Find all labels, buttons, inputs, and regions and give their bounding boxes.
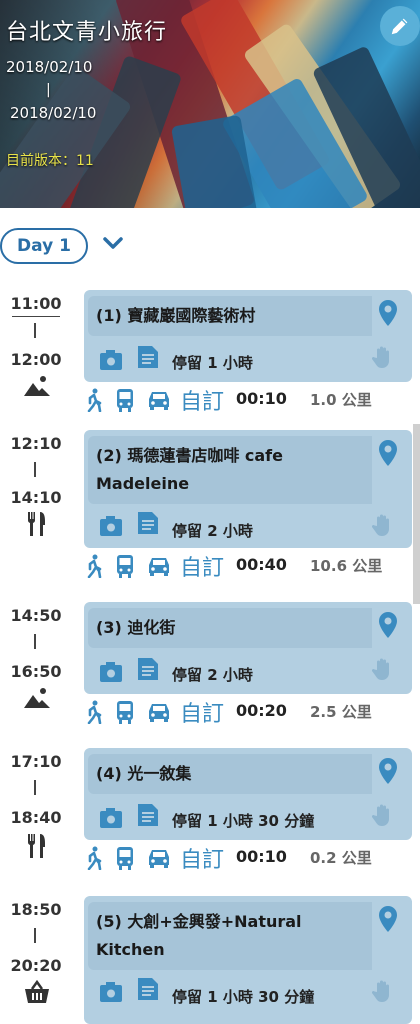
day-button[interactable]: Day 1 <box>0 228 88 264</box>
stop-end-time: 14:10 <box>10 488 62 507</box>
time-underline <box>12 316 60 317</box>
walking-icon[interactable] <box>84 388 104 412</box>
route-row: 自訂 00:10 1.0 公里 <box>84 384 414 416</box>
travel-distance: 2.5 公里 <box>310 703 372 721</box>
travel-time: 00:20 <box>236 701 287 720</box>
stop-end-time: 20:20 <box>10 956 62 975</box>
utensils-icon <box>27 512 45 536</box>
time-divider <box>34 462 36 477</box>
bus-icon[interactable] <box>116 554 134 578</box>
route-row: 自訂 00:40 10.6 公里 <box>84 550 414 582</box>
stay-duration: 停留 2 小時 <box>172 522 253 540</box>
mountain-icon <box>24 688 50 708</box>
trip-title: 台北文青小旅行 <box>6 20 168 45</box>
date-separator: | <box>46 82 51 98</box>
edit-button[interactable] <box>380 6 420 46</box>
camera-icon[interactable] <box>100 662 122 682</box>
travel-time: 00:10 <box>236 389 287 408</box>
map-pin-icon[interactable] <box>378 612 398 638</box>
walking-icon[interactable] <box>84 700 104 724</box>
walking-icon[interactable] <box>84 554 104 578</box>
transport-mode[interactable]: 自訂 <box>180 696 224 728</box>
transport-mode[interactable]: 自訂 <box>180 842 224 874</box>
route-row: 自訂 00:10 0.2 公里 <box>84 842 414 874</box>
camera-icon[interactable] <box>100 350 122 370</box>
car-icon[interactable] <box>148 556 170 576</box>
stop-name[interactable]: (5) 大創+金興發+Natural Kitchen <box>88 902 372 970</box>
time-divider <box>34 780 36 795</box>
stop-card[interactable]: (3) 迪化街 停留 2 小時 <box>84 602 412 694</box>
stop-card[interactable]: (5) 大創+金興發+Natural Kitchen 停留 1 小時 30 分鐘 <box>84 896 412 1024</box>
stop-end-time: 12:00 <box>10 350 62 369</box>
travel-distance: 1.0 公里 <box>310 391 372 409</box>
camera-icon[interactable] <box>100 808 122 828</box>
map-pin-icon[interactable] <box>378 906 398 932</box>
map-pin-icon[interactable] <box>378 440 398 466</box>
trip-header: 台北文青小旅行 2018/02/10 | 2018/02/10 目前版本：11 <box>0 0 420 208</box>
route-row: 自訂 00:20 2.5 公里 <box>84 696 414 728</box>
stop-name[interactable]: (3) 迪化街 <box>88 608 372 648</box>
stop-end-time: 16:50 <box>10 662 62 681</box>
note-icon[interactable] <box>138 804 158 826</box>
note-icon[interactable] <box>138 512 158 534</box>
time-divider <box>34 928 36 943</box>
version-label: 目前版本：11 <box>6 153 94 169</box>
car-icon[interactable] <box>148 848 170 868</box>
stop-name[interactable]: (1) 寶藏巖國際藝術村 <box>88 296 372 336</box>
start-date: 2018/02/10 <box>6 58 93 76</box>
bus-icon[interactable] <box>116 388 134 412</box>
mountain-icon <box>24 376 50 396</box>
travel-time: 00:40 <box>236 555 287 574</box>
utensils-icon <box>27 834 45 858</box>
stop-card[interactable]: (1) 寶藏巖國際藝術村 停留 1 小時 <box>84 290 412 382</box>
stay-duration: 停留 1 小時 <box>172 354 253 372</box>
walking-icon[interactable] <box>84 846 104 870</box>
stop-start-time: 17:10 <box>10 752 62 771</box>
stop-start-time: 11:00 <box>10 294 62 313</box>
car-icon[interactable] <box>148 702 170 722</box>
stop-end-time: 18:40 <box>10 808 62 827</box>
hand-icon[interactable] <box>372 804 392 826</box>
stop-start-time: 12:10 <box>10 434 62 453</box>
time-divider <box>34 323 36 338</box>
camera-icon[interactable] <box>100 516 122 536</box>
map-pin-icon[interactable] <box>378 300 398 326</box>
camera-icon[interactable] <box>100 982 122 1002</box>
travel-time: 00:10 <box>236 847 287 866</box>
bus-icon[interactable] <box>116 846 134 870</box>
note-icon[interactable] <box>138 346 158 368</box>
stop-start-time: 14:50 <box>10 606 62 625</box>
scrollbar[interactable] <box>413 424 420 604</box>
hand-icon[interactable] <box>372 346 392 368</box>
stay-duration: 停留 1 小時 30 分鐘 <box>172 988 315 1006</box>
car-icon[interactable] <box>148 390 170 410</box>
stop-start-time: 18:50 <box>10 900 62 919</box>
hand-icon[interactable] <box>372 980 392 1002</box>
travel-distance: 0.2 公里 <box>310 849 372 867</box>
stay-duration: 停留 2 小時 <box>172 666 253 684</box>
bus-icon[interactable] <box>116 700 134 724</box>
end-date: 2018/02/10 <box>10 104 97 122</box>
stop-card[interactable]: (2) 瑪德蓮書店咖啡 cafe Madeleine 停留 2 小時 <box>84 430 412 548</box>
pencil-icon <box>391 18 408 35</box>
transport-mode[interactable]: 自訂 <box>180 550 224 582</box>
note-icon[interactable] <box>138 978 158 1000</box>
stop-name[interactable]: (4) 光一敘集 <box>88 754 372 794</box>
time-divider <box>34 634 36 649</box>
hand-icon[interactable] <box>372 514 392 536</box>
shopping-basket-icon <box>25 980 49 1003</box>
note-icon[interactable] <box>138 658 158 680</box>
transport-mode[interactable]: 自訂 <box>180 384 224 416</box>
chevron-down-icon[interactable] <box>103 236 123 250</box>
map-pin-icon[interactable] <box>378 758 398 784</box>
stop-name[interactable]: (2) 瑪德蓮書店咖啡 cafe Madeleine <box>88 436 372 504</box>
travel-distance: 10.6 公里 <box>310 557 383 575</box>
hand-icon[interactable] <box>372 658 392 680</box>
stay-duration: 停留 1 小時 30 分鐘 <box>172 812 315 830</box>
stop-card[interactable]: (4) 光一敘集 停留 1 小時 30 分鐘 <box>84 748 412 840</box>
day-selector: Day 1 <box>0 226 420 268</box>
